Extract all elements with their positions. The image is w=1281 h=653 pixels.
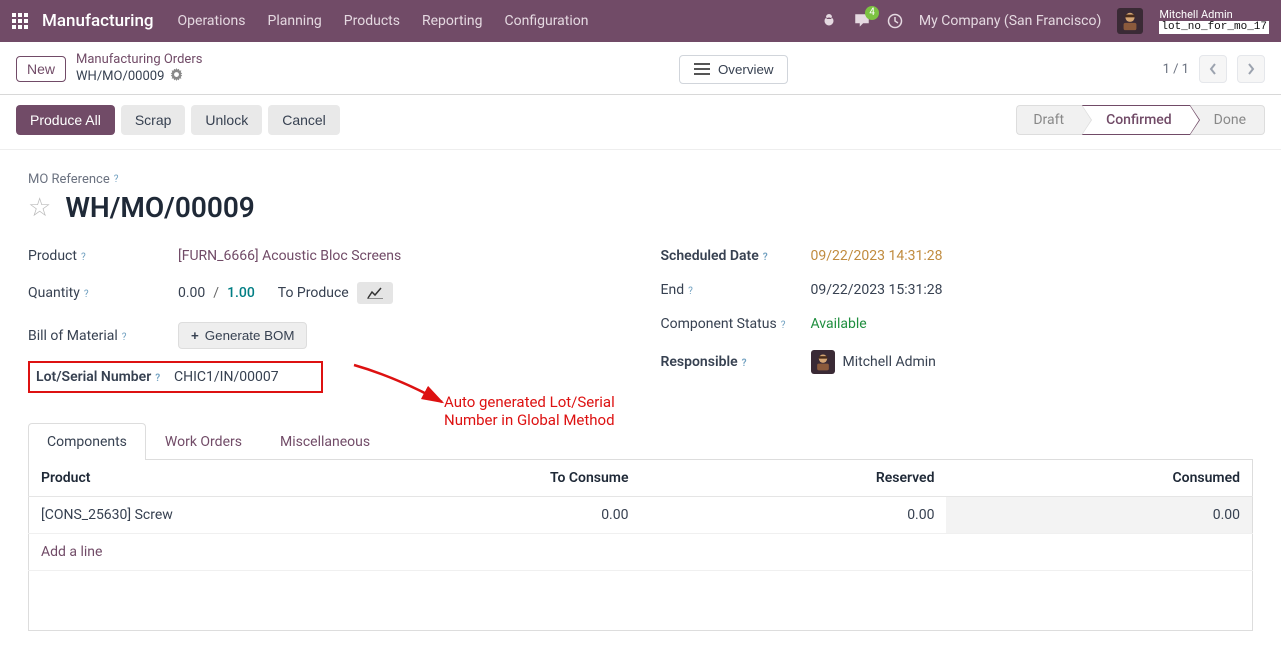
pager-text: 1 / 1: [1163, 62, 1189, 77]
tab-components[interactable]: Components: [28, 423, 146, 460]
cell-to-consume[interactable]: 0.00: [457, 497, 641, 534]
cancel-button[interactable]: Cancel: [268, 105, 340, 135]
tab-work-orders[interactable]: Work Orders: [146, 423, 261, 460]
breadcrumb-current: WH/MO/00009: [76, 68, 202, 86]
help-icon[interactable]: ?: [155, 373, 160, 384]
end-date-value[interactable]: 09/22/2023 15:31:28: [811, 282, 1254, 298]
favorite-star-icon[interactable]: ☆: [28, 193, 51, 223]
col-to-consume[interactable]: To Consume: [457, 460, 641, 497]
menu-operations[interactable]: Operations: [178, 13, 246, 29]
annotation-text: Auto generated Lot/Serial Number in Glob…: [444, 393, 621, 429]
title-row: ☆ WH/MO/00009: [28, 191, 1253, 224]
tabs: Components Work Orders Miscellaneous: [28, 423, 1253, 460]
tab-miscellaneous[interactable]: Miscellaneous: [261, 423, 389, 460]
table-row[interactable]: [CONS_25630] Screw 0.00 0.00 0.00: [29, 497, 1253, 534]
product-link[interactable]: [FURN_6666] Acoustic Bloc Screens: [178, 248, 401, 264]
cell-product[interactable]: [CONS_25630] Screw: [29, 497, 457, 534]
user-name: Mitchell Admin: [1159, 8, 1269, 21]
chart-icon: [367, 287, 383, 299]
messages-icon[interactable]: 4: [853, 12, 871, 30]
hamburger-icon: [694, 63, 710, 75]
help-icon[interactable]: ?: [688, 286, 693, 297]
col-consumed[interactable]: Consumed: [946, 460, 1252, 497]
new-button[interactable]: New: [16, 56, 66, 82]
top-right: 4 My Company (San Francisco) Mitchell Ad…: [821, 8, 1269, 34]
user-block[interactable]: Mitchell Admin lot_no_for_mo_17: [1159, 8, 1269, 34]
right-column: Scheduled Date? 09/22/2023 14:31:28 End?…: [661, 248, 1254, 403]
chevron-left-icon: [1209, 63, 1217, 75]
responsible-value[interactable]: Mitchell Admin: [811, 350, 1254, 374]
menu-planning[interactable]: Planning: [267, 13, 321, 29]
components-table: Product To Consume Reserved Consumed [CO…: [28, 460, 1253, 631]
top-navbar: Manufacturing Operations Planning Produc…: [0, 0, 1281, 42]
forecast-button[interactable]: [357, 282, 393, 304]
action-bar: New Manufacturing Orders WH/MO/00009 Ove…: [0, 42, 1281, 95]
mo-reference-label: MO Reference?: [28, 172, 1253, 187]
bug-icon[interactable]: [821, 13, 837, 29]
gear-icon[interactable]: [170, 68, 183, 86]
help-icon[interactable]: ?: [763, 252, 768, 263]
status-draft[interactable]: Draft: [1016, 105, 1082, 135]
messages-badge: 4: [865, 6, 879, 20]
breadcrumb: Manufacturing Orders WH/MO/00009: [76, 52, 202, 86]
user-db: lot_no_for_mo_17: [1159, 21, 1269, 34]
form-body: MO Reference? ☆ WH/MO/00009 Product? [FU…: [0, 150, 1281, 653]
activity-icon[interactable]: [887, 13, 903, 29]
produce-all-button[interactable]: Produce All: [16, 105, 115, 135]
lot-serial-highlight-box: Lot/Serial Number? CHIC1/IN/00007: [28, 361, 323, 393]
help-icon[interactable]: ?: [84, 289, 89, 300]
breadcrumb-parent[interactable]: Manufacturing Orders: [76, 52, 202, 68]
pager: 1 / 1: [1163, 55, 1265, 83]
cell-reserved[interactable]: 0.00: [640, 497, 946, 534]
help-icon[interactable]: ?: [114, 174, 119, 185]
plus-icon: +: [191, 328, 199, 343]
left-column: Product? [FURN_6666] Acoustic Bloc Scree…: [28, 248, 621, 403]
scheduled-date-value[interactable]: 09/22/2023 14:31:28: [811, 248, 1254, 264]
generate-bom-button[interactable]: + Generate BOM: [178, 322, 307, 349]
pager-next-button[interactable]: [1237, 55, 1265, 83]
annotation-arrow-icon: [346, 357, 456, 413]
quantity-value: 0.00 / 1.00 To Produce: [178, 282, 621, 304]
mo-title: WH/MO/00009: [65, 191, 255, 224]
help-icon[interactable]: ?: [781, 320, 786, 331]
status-confirmed[interactable]: Confirmed: [1082, 105, 1190, 135]
status-row: Produce All Scrap Unlock Cancel Draft Co…: [0, 95, 1281, 150]
cell-consumed[interactable]: 0.00: [946, 497, 1252, 534]
pager-prev-button[interactable]: [1199, 55, 1227, 83]
app-name[interactable]: Manufacturing: [42, 11, 154, 31]
responsible-avatar: [811, 350, 835, 374]
add-line-link[interactable]: Add a line: [41, 544, 102, 560]
col-reserved[interactable]: Reserved: [640, 460, 946, 497]
unlock-button[interactable]: Unlock: [191, 105, 262, 135]
company-selector[interactable]: My Company (San Francisco): [919, 13, 1101, 29]
scrap-button[interactable]: Scrap: [121, 105, 186, 135]
help-icon[interactable]: ?: [742, 358, 747, 369]
menu-reporting[interactable]: Reporting: [422, 13, 483, 29]
component-status-value: Available: [811, 316, 1254, 332]
lot-serial-value[interactable]: CHIC1/IN/00007: [174, 369, 315, 385]
col-product[interactable]: Product: [29, 460, 457, 497]
menu-configuration[interactable]: Configuration: [505, 13, 589, 29]
top-menu: Operations Planning Products Reporting C…: [178, 13, 589, 29]
menu-products[interactable]: Products: [344, 13, 400, 29]
add-line-row: Add a line: [29, 534, 1253, 571]
user-avatar[interactable]: [1117, 8, 1143, 34]
status-bar: Draft Confirmed Done: [1016, 105, 1265, 135]
chevron-right-icon: [1247, 63, 1255, 75]
help-icon[interactable]: ?: [81, 252, 86, 263]
apps-icon[interactable]: [12, 13, 28, 29]
overview-button[interactable]: Overview: [679, 55, 789, 84]
help-icon[interactable]: ?: [122, 332, 127, 343]
status-done[interactable]: Done: [1190, 105, 1265, 135]
